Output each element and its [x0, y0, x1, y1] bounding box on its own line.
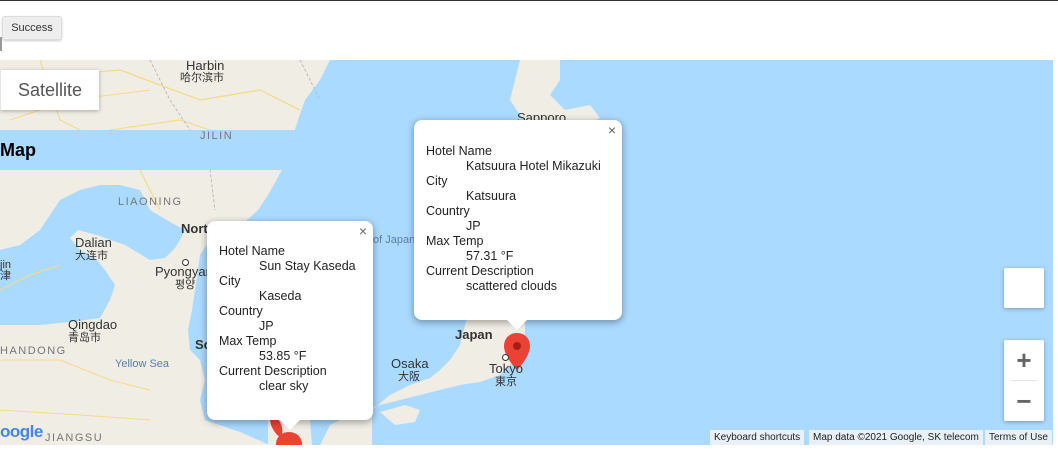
map-data-attribution: Map data ©2021 Google, SK telecom — [809, 430, 983, 445]
info-window-tail — [280, 420, 300, 430]
label-dalian: Dalian — [75, 235, 112, 250]
top-bar: Success — [0, 0, 1058, 60]
zoom-out-button[interactable]: − — [1004, 381, 1044, 421]
info-key: Current Description — [426, 264, 534, 278]
label-jin-zh: 津 — [0, 270, 11, 282]
map-type-satellite-button[interactable]: Satellite — [0, 70, 99, 110]
info-value: Katsuura Hotel Mikazuki — [466, 159, 601, 173]
fullscreen-button[interactable] — [1004, 268, 1044, 308]
info-key: Current Description — [219, 364, 327, 378]
info-key: Max Temp — [219, 334, 277, 348]
info-key: City — [426, 174, 448, 188]
info-value: clear sky — [259, 379, 309, 393]
label-qingdao-zh: 青岛市 — [68, 332, 101, 344]
right-edge — [1053, 60, 1058, 445]
info-key: Max Temp — [426, 234, 484, 248]
label-osaka: Osaka — [391, 356, 429, 371]
info-value: JP — [466, 219, 481, 233]
label-jiangsu: JIANGSU — [45, 432, 104, 444]
label-north-korea: Nort — [181, 221, 208, 236]
google-logo[interactable]: oogle — [0, 422, 43, 442]
label-dalian-zh: 大连市 — [75, 250, 108, 262]
info-window-katsuura: × Hotel Name Katsuura Hotel Mikazuki Cit… — [414, 120, 622, 330]
label-tokyo-ja: 東京 — [495, 376, 517, 388]
info-value: Kaseda — [259, 289, 302, 303]
map-canvas[interactable]: Map Satellite Harbin 哈尔滨市 JILIN LIAONING… — [0, 60, 1053, 445]
label-harbin-zh: 哈尔滨市 — [180, 72, 224, 84]
label-tokyo: Tokyo — [489, 361, 523, 376]
label-pyongyang-ko: 평양 — [175, 279, 196, 291]
info-value: Katsuura — [466, 189, 517, 203]
left-edge-mark — [0, 37, 2, 51]
info-window-tail — [507, 320, 527, 330]
label-osaka-ja: 大阪 — [398, 371, 420, 383]
label-shandong: HANDONG — [0, 345, 67, 357]
zoom-control: + − — [1004, 340, 1044, 421]
info-key: City — [219, 274, 241, 288]
close-icon[interactable]: × — [359, 223, 367, 239]
label-japan: Japan — [455, 327, 493, 342]
tokyo-dot — [502, 354, 509, 361]
info-key: Country — [426, 204, 470, 218]
map-type-control: Map Satellite — [0, 70, 1053, 170]
keyboard-shortcuts-link[interactable]: Keyboard shortcuts — [710, 430, 805, 445]
terms-of-use-link[interactable]: Terms of Use — [985, 430, 1052, 445]
label-qingdao: Qingdao — [68, 317, 118, 332]
info-key: Hotel Name — [426, 144, 492, 158]
info-value: JP — [259, 319, 274, 333]
info-value: 53.85 °F — [259, 349, 307, 363]
label-harbin: Harbin — [186, 60, 225, 73]
info-value: 57.31 °F — [466, 249, 514, 263]
zoom-in-button[interactable]: + — [1004, 340, 1044, 380]
info-window-kaseda: × Hotel Name Sun Stay Kaseda City Kaseda… — [207, 221, 373, 430]
label-yellow-sea: Yellow Sea — [115, 358, 170, 370]
label-jilin: JILIN — [200, 130, 234, 142]
info-key: Country — [219, 304, 263, 318]
google-logo-text: oogle — [0, 422, 43, 441]
label-liaoning: LIAONING — [118, 196, 183, 208]
success-button[interactable]: Success — [2, 16, 62, 40]
info-key: Hotel Name — [219, 244, 285, 258]
info-value: scattered clouds — [466, 279, 558, 293]
info-value: Sun Stay Kaseda — [259, 259, 356, 273]
label-sea-of-japan: of Japan — [373, 234, 416, 246]
close-icon[interactable]: × — [608, 122, 616, 138]
